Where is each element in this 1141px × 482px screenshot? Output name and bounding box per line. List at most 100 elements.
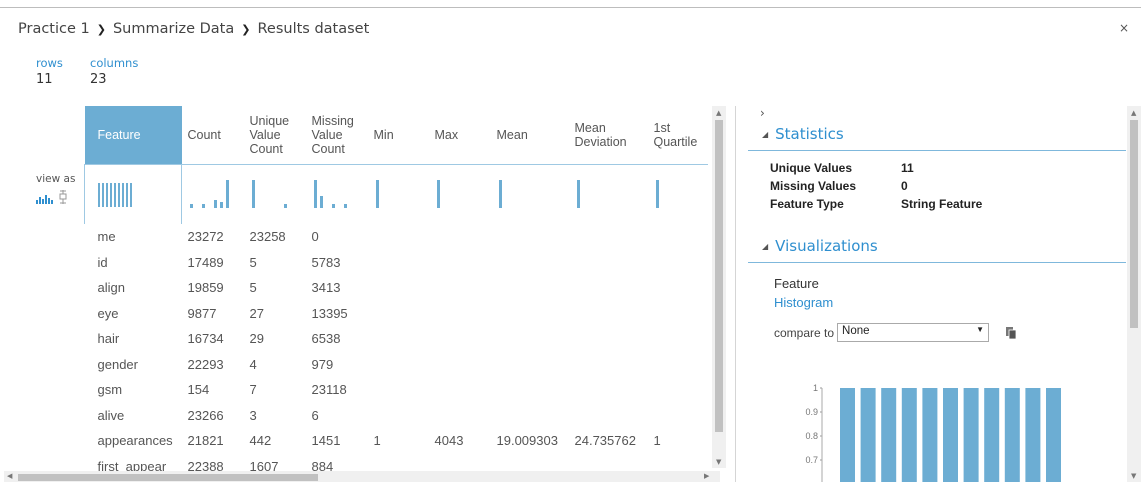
- cell-1st-quartile: 1: [653, 433, 661, 449]
- table-row[interactable]: me 23272 23258 0: [85, 224, 708, 250]
- collapse-panel-icon[interactable]: ›: [760, 106, 765, 120]
- scroll-down-icon[interactable]: ▼: [1131, 472, 1136, 480]
- cell-feature[interactable]: me: [85, 224, 182, 250]
- histogram-bar[interactable]: [881, 388, 897, 482]
- table-row[interactable]: appearances 21821 442 1451 1 4043 19.009303 24.…: [85, 428, 708, 454]
- mini-histogram-count[interactable]: [181, 163, 244, 224]
- cell-missing: 979: [311, 356, 334, 372]
- cell-feature[interactable]: hair: [85, 326, 182, 352]
- mini-histogram-mean[interactable]: [490, 163, 569, 224]
- table-row[interactable]: alive 23266 3 6: [85, 403, 708, 429]
- mini-histogram-1st-quartile[interactable]: [647, 163, 708, 224]
- table-vertical-scroll-thumb[interactable]: [715, 120, 723, 432]
- dropdown-arrow-icon: ▼: [976, 325, 985, 334]
- right-panel: › ◢ Statistics Unique Values 11 Missing Va…: [748, 106, 1126, 482]
- cell-feature[interactable]: alive: [85, 403, 182, 429]
- rows-value: 11: [36, 72, 53, 87]
- histogram-bar[interactable]: [1025, 388, 1041, 482]
- table-row[interactable]: gsm 154 7 23118: [85, 377, 708, 403]
- breadcrumb-separator-icon: ❯: [96, 22, 106, 36]
- scroll-left-icon[interactable]: ◀: [7, 472, 12, 480]
- histogram-view-icon[interactable]: [36, 195, 53, 204]
- right-panel-scrollbar[interactable]: ▲ ▼: [1127, 106, 1141, 482]
- histogram-bar[interactable]: [963, 388, 979, 482]
- histogram-bar[interactable]: [1004, 388, 1020, 482]
- table-horizontal-scrollbar[interactable]: ◀ ▶: [4, 471, 720, 482]
- table-row[interactable]: eye 9877 27 13395: [85, 301, 708, 327]
- cell-feature[interactable]: align: [85, 275, 182, 301]
- scroll-up-icon[interactable]: ▲: [1131, 109, 1136, 117]
- breadcrumb-summarize-data[interactable]: Summarize Data: [113, 21, 234, 37]
- cell-mean: [491, 224, 569, 250]
- cell-min: 1: [373, 433, 381, 449]
- cell-feature[interactable]: eye: [85, 301, 182, 327]
- table-horizontal-scroll-thumb[interactable]: [18, 474, 318, 481]
- cell-mean: [491, 377, 569, 403]
- breadcrumb-practice[interactable]: Practice 1: [18, 21, 90, 37]
- histogram-bar[interactable]: [922, 388, 938, 482]
- mini-histogram-max[interactable]: [428, 163, 491, 224]
- cell-mean: [491, 352, 569, 378]
- mini-histogram-missing[interactable]: [305, 163, 368, 224]
- mini-histogram-min[interactable]: [367, 163, 429, 224]
- column-header-max[interactable]: Max: [429, 106, 491, 164]
- cell-missing: 0: [311, 229, 319, 245]
- y-tick-label: 0.9: [805, 407, 818, 417]
- column-header-missing-value-count[interactable]: Missing Value Count: [306, 106, 368, 164]
- cell-feature[interactable]: first_appear: [85, 454, 182, 472]
- scroll-down-icon[interactable]: ▼: [716, 458, 721, 466]
- cell-feature[interactable]: gender: [85, 352, 182, 378]
- right-panel-scroll-thumb[interactable]: [1130, 120, 1138, 328]
- cell-feature[interactable]: id: [85, 250, 182, 276]
- mini-histogram-unique[interactable]: [243, 163, 306, 224]
- cell-1st-quartile: [648, 326, 708, 352]
- histogram-bar[interactable]: [860, 388, 876, 482]
- mini-histogram-mean-deviation[interactable]: [568, 163, 648, 224]
- column-header-min[interactable]: Min: [368, 106, 429, 164]
- table-row[interactable]: id 17489 5 5783: [85, 250, 708, 276]
- scroll-right-icon[interactable]: ▶: [704, 472, 709, 480]
- stat-feature-type: Feature Type String Feature: [770, 197, 983, 211]
- cell-mean: [491, 301, 569, 327]
- cell-max: [429, 326, 491, 352]
- cell-unique: 4: [249, 356, 257, 372]
- table-row[interactable]: align 19859 5 3413: [85, 275, 708, 301]
- visualizations-section-header[interactable]: ◢ Visualizations: [748, 237, 1126, 263]
- table-row[interactable]: gender 22293 4 979: [85, 352, 708, 378]
- mini-histogram-row: [84, 163, 708, 224]
- column-header-count[interactable]: Count: [182, 106, 244, 164]
- histogram-bar[interactable]: [1046, 388, 1061, 482]
- cell-unique: 1607: [249, 458, 279, 472]
- cell-count: 23272: [187, 229, 224, 245]
- column-header-mean-deviation[interactable]: Mean Deviation: [569, 106, 648, 164]
- table-vertical-scrollbar[interactable]: ▲ ▼: [712, 106, 726, 468]
- histogram-bar[interactable]: [901, 388, 917, 482]
- boxplot-view-icon[interactable]: [59, 190, 67, 204]
- column-header-mean[interactable]: Mean: [491, 106, 569, 164]
- cell-count: 17489: [187, 254, 224, 270]
- histogram-bar[interactable]: [840, 388, 855, 482]
- cell-mean-deviation: [569, 250, 648, 276]
- cell-count: 22293: [187, 356, 224, 372]
- compare-to-select[interactable]: None ▼: [837, 323, 990, 342]
- cell-feature[interactable]: gsm: [85, 377, 182, 403]
- table-row[interactable]: hair 16734 29 6538: [85, 326, 708, 352]
- column-header-feature[interactable]: Feature: [84, 106, 182, 164]
- statistics-section-header[interactable]: ◢ Statistics: [748, 125, 1126, 151]
- cell-feature[interactable]: appearances: [85, 428, 182, 454]
- columns-value: 23: [90, 72, 107, 87]
- cell-count: 21821: [187, 433, 224, 449]
- histogram-link[interactable]: Histogram: [774, 295, 833, 310]
- table-row[interactable]: first_appear 22388 1607 884: [85, 454, 708, 472]
- close-icon[interactable]: ×: [1119, 21, 1129, 35]
- column-header-1st-quartile[interactable]: 1st Quartile: [648, 106, 708, 164]
- cell-missing: 3413: [311, 280, 341, 296]
- copy-icon[interactable]: [1006, 327, 1016, 339]
- histogram-bar[interactable]: [943, 388, 958, 482]
- scroll-up-icon[interactable]: ▲: [716, 109, 721, 117]
- y-tick-label: 0.8: [805, 431, 818, 441]
- column-header-unique-value-count[interactable]: Unique Value Count: [244, 106, 306, 164]
- mini-histogram-feature[interactable]: [84, 163, 182, 224]
- stat-missing-values: Missing Values 0: [770, 179, 908, 193]
- histogram-bar[interactable]: [984, 388, 1000, 482]
